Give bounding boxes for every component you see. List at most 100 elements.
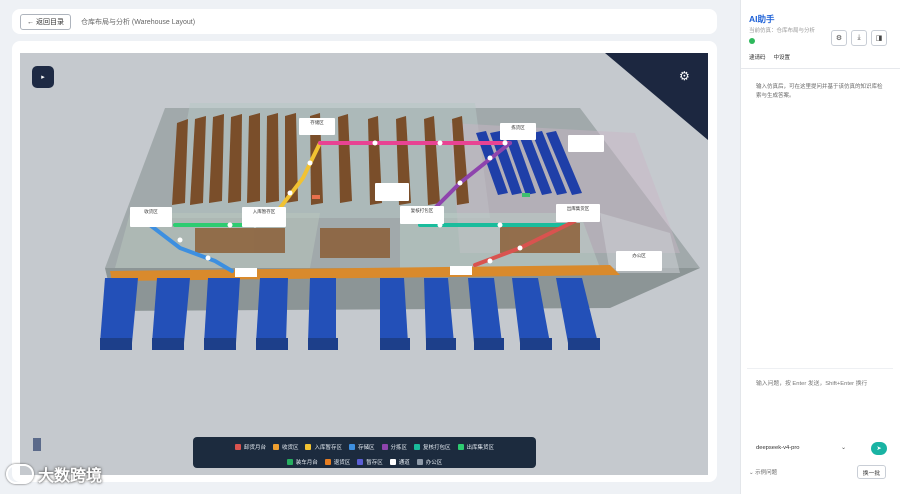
legend-swatch (381, 444, 388, 450)
zone-label-title: 存储区 (310, 120, 324, 125)
legend-label: 办公区 (425, 460, 443, 466)
zone-label-inbound-staging[interactable]: 入库暂存区 (242, 207, 286, 227)
legend-label: 复核打包区 (423, 445, 451, 451)
legend-item[interactable]: 暂存区 (357, 458, 383, 466)
legend-swatch (286, 459, 293, 465)
marker (312, 195, 320, 199)
breadcrumb: 仓库布局与分析 (Warehouse Layout) (80, 18, 196, 26)
examples-label: 示例问题 (755, 470, 778, 476)
lower-racks (195, 223, 580, 258)
back-to-catalog-button[interactable]: ← 返回目录 (20, 13, 71, 30)
legend-swatch (357, 459, 364, 465)
settings-gear-icon[interactable]: ⚙ (679, 69, 690, 83)
legend-item[interactable]: 收货区 (272, 443, 299, 451)
legend-item[interactable]: 入库暂存区 (305, 443, 342, 451)
model-select[interactable]: deepseek-v4-pro ⌄ (756, 441, 846, 455)
settings-icon[interactable]: ⚙ (831, 30, 847, 46)
chevron-down-icon: ⌄ (841, 445, 846, 451)
truck (100, 278, 138, 350)
watermark-text: 大数跨境 (38, 468, 103, 485)
zone-label-side[interactable] (568, 135, 604, 152)
truck (152, 278, 190, 350)
model-name: deepseek-v4-pro (756, 445, 800, 451)
legend-label: 暂存区 (366, 460, 383, 466)
legend-row: 装车月台 退货区 暂存区 通道 办公区 (201, 456, 528, 468)
send-button[interactable]: ➤ (871, 442, 887, 455)
ai-intro-text: 输入仿真后，可在这里提问并基于该仿真的知识库检索与生成答案。 (756, 84, 883, 99)
dock-door (450, 266, 472, 275)
watermark: 大数跨境 (6, 462, 102, 486)
zone-label-office[interactable]: 办公区 (616, 251, 662, 271)
viewer-card: 收货区 入库暂存区 存储区 拣货区 复核打包区 出库集货区 办公区 ▸ ⚙ 卸货… (12, 41, 717, 482)
panel-toggle-icon[interactable]: ◨ (871, 30, 887, 46)
zone-label-storage[interactable]: 存储区 (299, 118, 335, 135)
chevron-down-icon: ⌄ (749, 470, 754, 476)
zone-label-title: 出库集货区 (566, 206, 590, 211)
download-icon[interactable]: ⤓ (851, 30, 867, 46)
warehouse-3d-viewport[interactable]: 收货区 入库暂存区 存储区 拣货区 复核打包区 出库集货区 办公区 ▸ ⚙ 卸货… (20, 53, 708, 475)
ai-link[interactable]: 逮请码 (749, 53, 766, 61)
truck (256, 278, 288, 350)
legend-item[interactable]: 装车月台 (286, 458, 318, 466)
zone-label-title: 拣货区 (511, 125, 525, 130)
zone-label-title: 收货区 (144, 209, 158, 214)
chat-messages: 输入仿真后，可在这里提问并基于该仿真的知识库检索与生成答案。 (747, 75, 893, 365)
ai-panel-title: AI助手 (749, 14, 775, 24)
marker (522, 193, 530, 197)
legend-swatch (272, 444, 279, 450)
ai-panel-subtitle: 当前仿真：仓库布局与分析 (749, 28, 816, 34)
legend-item[interactable]: 办公区 (416, 458, 443, 466)
legend-item[interactable]: 出库集货区 (457, 443, 495, 451)
chat-input[interactable] (756, 379, 884, 411)
watermark-logo-icon (6, 464, 34, 484)
warehouse-scene (100, 53, 708, 350)
legend-swatch (305, 444, 312, 450)
zone-label-title: 办公区 (632, 253, 646, 258)
zone-label-picking[interactable]: 拣货区 (500, 123, 536, 140)
legend-swatch (414, 444, 421, 450)
legend-item[interactable]: 通道 (389, 458, 410, 466)
legend-swatch (324, 459, 331, 465)
legend-swatch (234, 444, 241, 450)
zone-label-packing[interactable]: 复核打包区 (400, 206, 444, 224)
legend-label: 存储区 (357, 445, 375, 451)
ai-links: 逮请码 中设置 (749, 53, 790, 61)
legend-item[interactable]: 分拣区 (381, 443, 408, 451)
legend-swatch (416, 459, 423, 465)
legend-item[interactable]: 存储区 (348, 443, 375, 451)
legend-label: 装车月台 (295, 460, 318, 466)
legend-item[interactable]: 退货区 (324, 458, 350, 466)
dark-corner (605, 53, 708, 140)
zone-label-outbound-staging[interactable]: 出库集货区 (556, 204, 600, 222)
ai-toolbar: ⚙ ⤓ ◨ (831, 30, 887, 46)
zone-label-small[interactable] (375, 183, 409, 201)
legend-label: 卸货月台 (243, 445, 266, 451)
divider (741, 68, 900, 69)
connection-status-dot (749, 38, 755, 44)
legend-item[interactable]: 复核打包区 (414, 443, 451, 451)
legend-label: 出库集货区 (466, 445, 495, 451)
legend-label: 通道 (398, 460, 410, 466)
legend-swatch (389, 459, 396, 465)
legend-swatch (348, 444, 355, 450)
ai-link[interactable]: 中设置 (774, 53, 791, 61)
expand-panel-button[interactable]: ▸ (32, 66, 54, 88)
refresh-examples-button[interactable]: 换一批 (857, 465, 886, 479)
zone-label-receiving[interactable]: 收货区 (130, 207, 172, 227)
ai-assistant-panel: AI助手 当前仿真：仓库布局与分析 ⚙ ⤓ ◨ 逮请码 中设置 输入仿真后，可在… (740, 0, 900, 494)
legend-row: 卸货月台 收货区 入库暂存区 存储区 分拣区 复核打包区 出库集货区 (201, 441, 528, 453)
side-marker (33, 438, 41, 451)
top-bar: ← 返回目录 仓库布局与分析 (Warehouse Layout) (12, 9, 717, 34)
legend-label: 分拣区 (390, 445, 408, 451)
legend-label: 收货区 (281, 445, 299, 451)
legend-label: 入库暂存区 (314, 445, 342, 451)
zone-label-title: 复核打包区 (410, 208, 434, 213)
legend-swatch (457, 444, 464, 450)
dock-door (235, 268, 257, 277)
zone-legend: 卸货月台 收货区 入库暂存区 存储区 分拣区 复核打包区 出库集货区 装车月台 退货区 暂存区 通… (193, 437, 536, 468)
truck (204, 278, 240, 350)
truck (308, 278, 338, 350)
examples-toggle[interactable]: ⌄ 示例问题 (749, 468, 777, 476)
zone-label-title: 入库暂存区 (252, 209, 276, 214)
legend-item[interactable]: 卸货月台 (234, 443, 266, 451)
